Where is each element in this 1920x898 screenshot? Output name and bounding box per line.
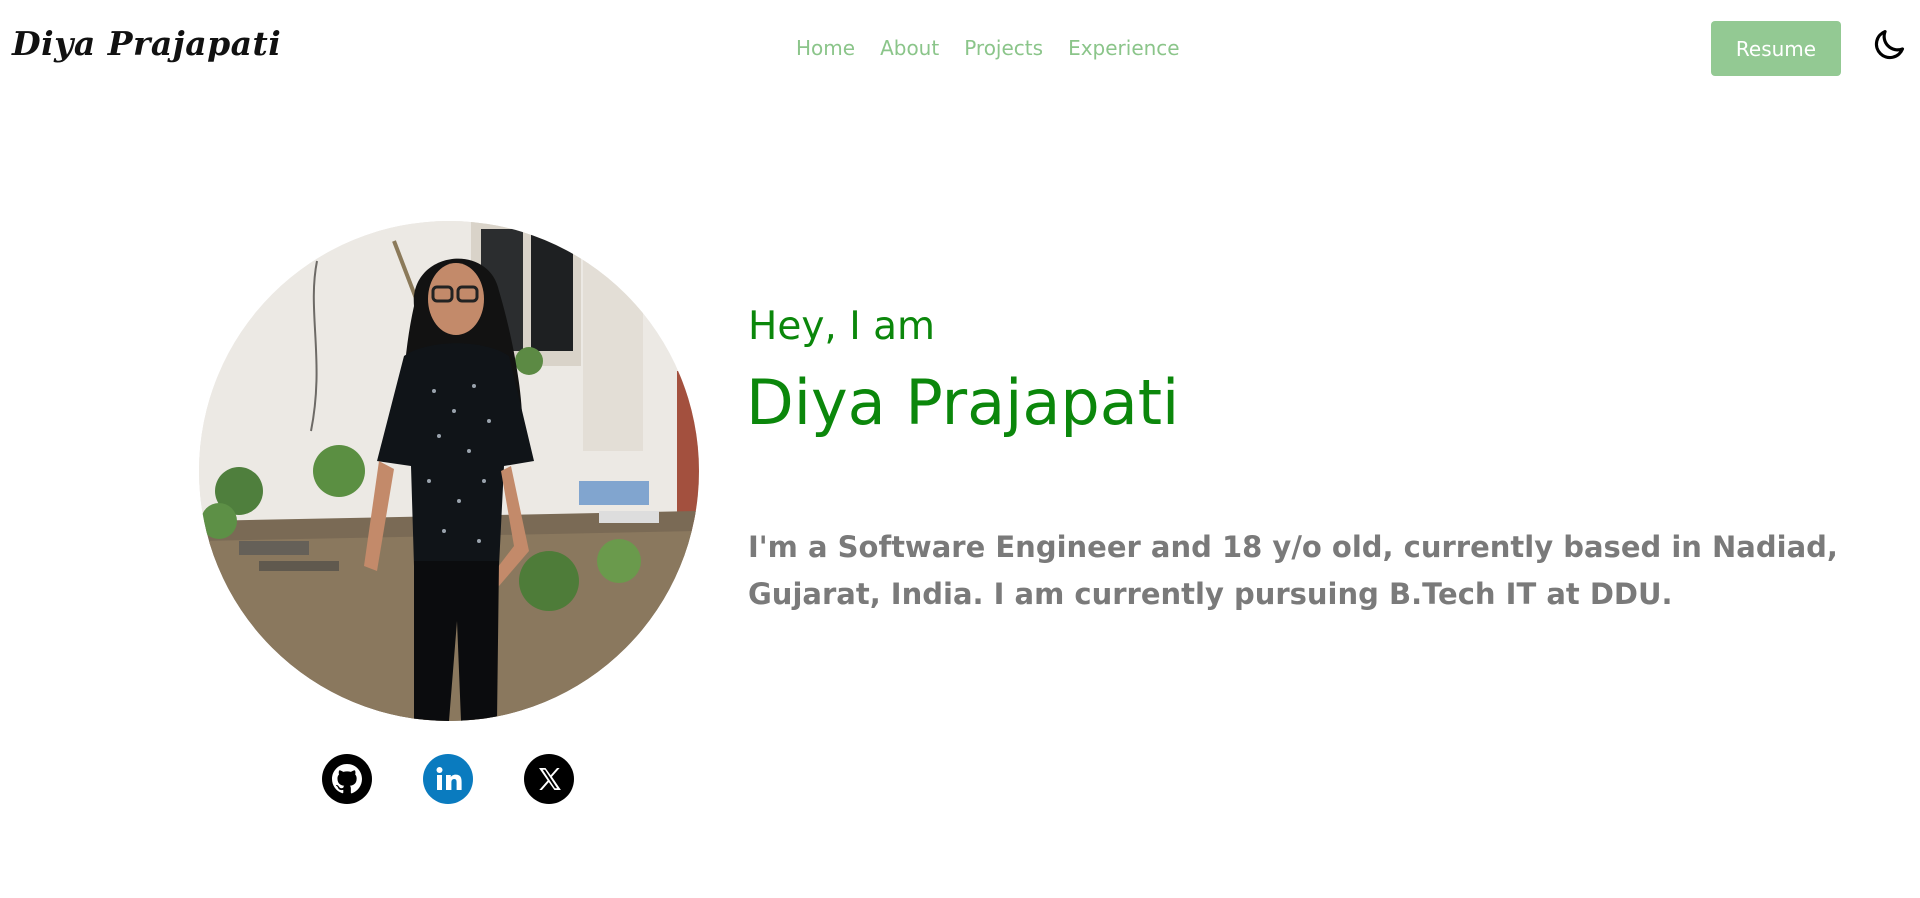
moon-icon xyxy=(1874,29,1905,60)
linkedin-icon xyxy=(423,754,473,804)
navbar: Diya Prajapati Home About Projects Exper… xyxy=(0,0,1920,98)
site-logo[interactable]: Diya Prajapati xyxy=(12,24,281,63)
nav-links: Home About Projects Experience xyxy=(796,36,1180,60)
x-icon xyxy=(524,754,574,804)
linkedin-link[interactable] xyxy=(423,754,473,804)
x-link[interactable] xyxy=(524,754,574,804)
github-icon xyxy=(322,754,372,804)
nav-link-home[interactable]: Home xyxy=(796,36,855,60)
github-link[interactable] xyxy=(322,754,372,804)
social-links xyxy=(322,754,574,806)
nav-link-experience[interactable]: Experience xyxy=(1068,36,1180,60)
bio-text: I'm a Software Engineer and 18 y/o old, … xyxy=(748,530,1838,611)
hero-name: Diya Prajapati xyxy=(746,366,1180,439)
resume-button[interactable]: Resume xyxy=(1711,21,1841,76)
nav-link-projects[interactable]: Projects xyxy=(964,36,1043,60)
greeting-text: Hey, I am xyxy=(748,304,935,349)
nav-link-about[interactable]: About xyxy=(880,36,939,60)
theme-toggle-button[interactable] xyxy=(1870,26,1908,64)
profile-photo xyxy=(199,221,699,721)
